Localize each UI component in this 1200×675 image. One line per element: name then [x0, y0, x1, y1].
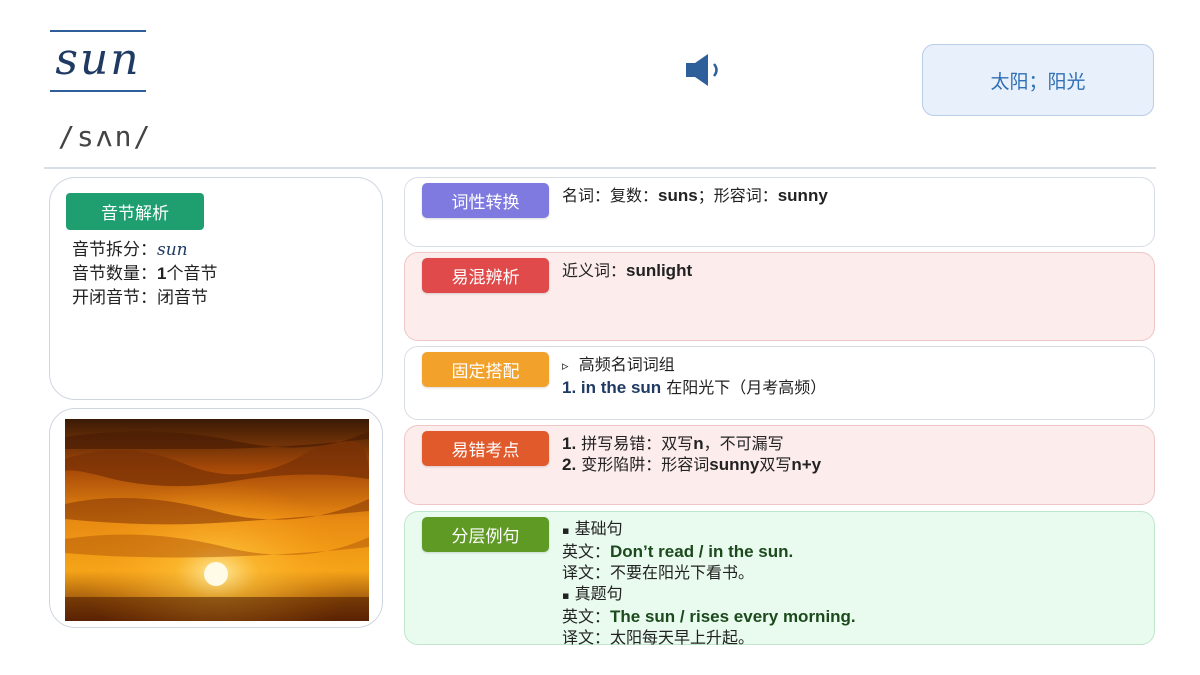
syllable-tag: 音节解析: [66, 193, 204, 230]
examples-content: ▪ 基础句 英文：Don’t read / in the sun. 译文：不要在…: [562, 519, 856, 647]
header-divider: [44, 167, 1156, 169]
mistakes-row: 易错考点 1. 拼写易错：双写n，不可漏写 2. 变形陷阱：形容词sunny双写…: [404, 425, 1155, 505]
collocation-content: ▹ 高频名词词组 1. in the sun 在阳光下（月考高频）: [562, 355, 827, 397]
confuse-content: 近义词：sunlight: [562, 261, 693, 280]
speaker-icon[interactable]: [684, 52, 728, 88]
examples-tag: 分层例句: [422, 517, 549, 552]
bullet-icon: ▪: [562, 524, 570, 537]
word-bottom-rule: [50, 90, 146, 92]
syllable-split: 音节拆分：sun: [72, 240, 188, 260]
meaning-text: 太阳；阳光: [990, 70, 1086, 93]
headword: sun: [55, 34, 141, 85]
sunset-image: [65, 419, 369, 621]
syllable-type: 开闭音节：闭音节: [72, 288, 208, 308]
meaning-box: 太阳；阳光: [922, 44, 1154, 116]
mistakes-tag: 易错考点: [422, 431, 549, 466]
syllable-count: 音节数量：1个音节: [72, 264, 218, 284]
pos-content: 名词：复数：suns；形容词：sunny: [562, 186, 828, 205]
image-card: [49, 408, 383, 628]
collocation-row: 固定搭配 ▹ 高频名词词组 1. in the sun 在阳光下（月考高频）: [404, 346, 1155, 420]
mistakes-content: 1. 拼写易错：双写n，不可漏写 2. 变形陷阱：形容词sunny双写n+y: [562, 434, 822, 474]
phonetic: /sʌn/: [58, 120, 153, 153]
confuse-tag: 易混辨析: [422, 258, 549, 293]
word-block: sun: [50, 30, 146, 92]
pos-tag: 词性转换: [422, 183, 549, 218]
triangle-icon: ▹: [562, 359, 569, 374]
confuse-row: 易混辨析 近义词：sunlight: [404, 252, 1155, 341]
examples-row: 分层例句 ▪ 基础句 英文：Don’t read / in the sun. 译…: [404, 511, 1155, 647]
pos-row: 词性转换 名词：复数：suns；形容词：sunny: [404, 177, 1155, 247]
bullet-icon: ▪: [562, 589, 570, 602]
syllable-lines: 音节拆分：sun 音节数量：1个音节 开闭音节：闭音节: [72, 238, 217, 310]
syllable-card: 音节解析 音节拆分：sun 音节数量：1个音节 开闭音节：闭音节: [49, 177, 383, 400]
collocation-tag: 固定搭配: [422, 352, 549, 387]
